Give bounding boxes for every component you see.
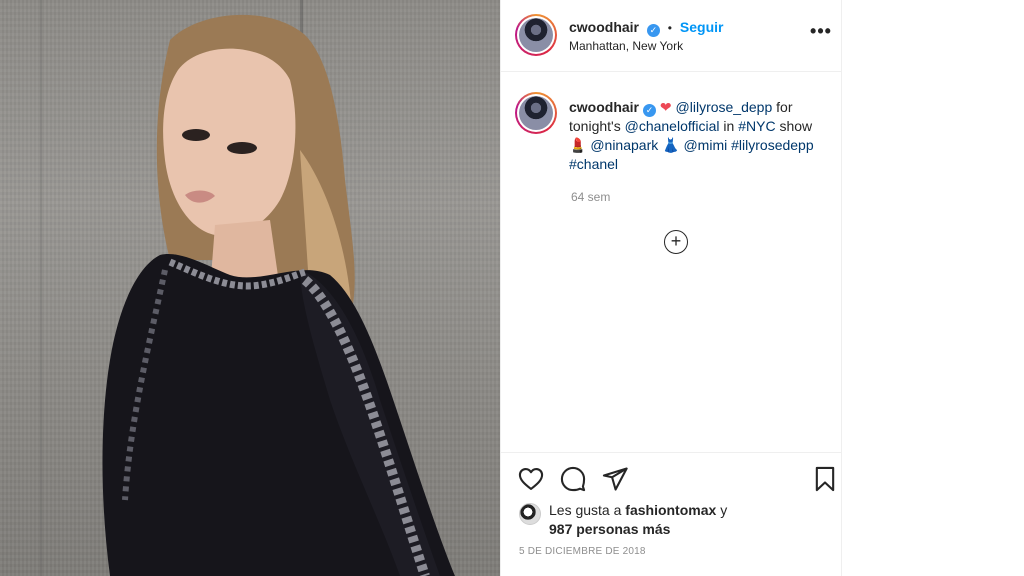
post-location[interactable]: Manhattan, New York — [569, 39, 683, 53]
paper-plane-icon[interactable] — [601, 465, 629, 493]
header-line: cwoodhair ✓ • Seguir — [569, 19, 723, 37]
mention-link[interactable]: @ninapark — [590, 137, 658, 153]
mention-link[interactable]: @lilyrose_depp — [676, 99, 773, 115]
load-more-comments-icon[interactable]: + — [664, 230, 688, 254]
separator-dot: • — [667, 21, 672, 35]
caption-fragment: show — [779, 118, 813, 134]
post-header: cwoodhair ✓ • Seguir Manhattan, New York… — [501, 0, 843, 72]
hashtag-link[interactable]: #lilyrosedepp — [731, 137, 814, 153]
post-card: cwoodhair ✓ • Seguir Manhattan, New York… — [500, 0, 843, 576]
comment-bubble-icon[interactable] — [559, 465, 587, 493]
author-avatar[interactable] — [515, 14, 557, 56]
liker-username[interactable]: fashiontomax — [625, 502, 716, 518]
verified-badge-icon: ✓ — [646, 24, 660, 37]
lipstick-emoji: 💄 — [569, 137, 587, 153]
author-username[interactable]: cwoodhair — [569, 19, 639, 35]
post-actions: Les gusta a fashiontomax y 987 personas … — [501, 452, 843, 576]
caption-username[interactable]: cwoodhair — [569, 99, 639, 115]
caption-timestamp[interactable]: 64 sem — [571, 190, 610, 204]
mention-link[interactable]: @chanelofficial — [625, 118, 720, 134]
post-photo[interactable] — [0, 0, 500, 576]
follow-button[interactable]: Seguir — [680, 19, 724, 35]
caption-author-avatar[interactable] — [515, 92, 557, 134]
page-background — [842, 0, 1024, 576]
likes-text: Les gusta a fashiontomax y 987 personas … — [549, 501, 727, 539]
bookmark-icon[interactable] — [811, 465, 839, 493]
liker-avatar[interactable] — [519, 503, 541, 525]
mention-link[interactable]: @mimi — [683, 137, 727, 153]
caption-fragment: in — [723, 118, 735, 134]
hashtag-link[interactable]: #NYC — [738, 118, 775, 134]
heart-emoji: ❤ — [659, 99, 672, 115]
dress-emoji: 👗 — [662, 137, 680, 153]
likes-suffix: y — [720, 502, 728, 518]
likes-prefix: Les gusta a — [549, 502, 622, 518]
hashtag-link[interactable]: #chanel — [569, 156, 618, 172]
caption-text: cwoodhair ✓ ❤ @lilyrose_depp for tonight'… — [569, 98, 831, 174]
likes-count-link[interactable]: 987 personas más — [549, 521, 670, 537]
verified-badge-icon: ✓ — [643, 104, 657, 117]
post-date[interactable]: 5 de diciembre de 2018 — [519, 546, 646, 557]
heart-outline-icon[interactable] — [517, 465, 545, 493]
photo-subject — [102, 14, 455, 576]
more-options-icon[interactable]: ••• — [809, 22, 833, 46]
